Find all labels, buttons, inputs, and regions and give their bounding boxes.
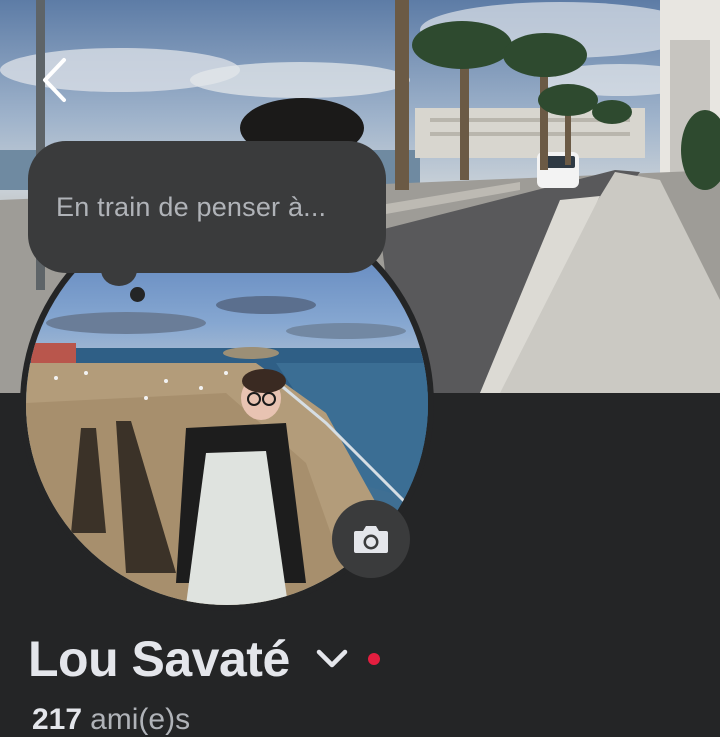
friends-count-row[interactable]: 217 ami(e)s [32,703,190,737]
chevron-down-icon [316,649,347,668]
switch-profile-button[interactable] [312,639,352,679]
friends-count: 217 [32,703,83,736]
status-note-placeholder: En train de penser à... [56,191,327,222]
change-profile-picture-button[interactable] [332,500,410,578]
notification-dot [367,653,380,665]
chevron-left-icon [43,58,66,102]
back-button[interactable] [30,50,80,110]
profile-name: Lou Savaté [28,631,290,687]
friends-label: ami(e)s [90,703,191,736]
status-note-bubble[interactable]: En train de penser à... [28,141,386,273]
profile-name-row: Lou Savaté [28,628,380,690]
thought-bubble-dot [130,287,145,302]
camera-icon [354,526,388,553]
